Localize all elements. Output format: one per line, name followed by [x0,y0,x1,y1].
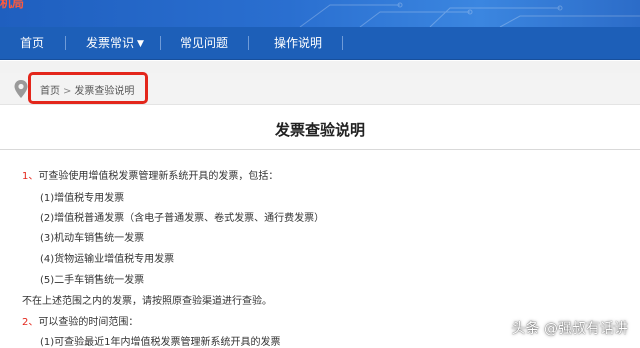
list-item: (3)机动车销售统一发票 [40,233,145,244]
main-nav: 首页 发票常识 ▼ 常见问题 操作说明 [0,27,640,60]
list-item: (4)货物运输业增值税专用发票 [40,254,175,265]
list-item: (5)二手车销售统一发票 [40,275,145,286]
highlight-box [28,72,148,104]
nav-item-label: 发票常识 [86,36,135,50]
nav-item-instructions[interactable]: 操作说明 [274,27,322,59]
nav-divider [248,36,249,50]
nav-divider [65,36,66,50]
section-number: 1、 [22,171,39,182]
nav-divider [342,36,343,50]
section-text: 可以查验的时间范围： [38,317,139,328]
chevron-down-icon: ▼ [137,39,144,49]
section-2-heading: 2、可以查验的时间范围： [22,313,138,328]
site-logo-fragment: 机局 [0,0,25,10]
scope-note: 不在上述范围之内的发票，请按照原查验渠道进行查验。 [22,296,272,307]
site-banner: 机局 [0,0,640,27]
nav-item-home[interactable]: 首页 [20,27,44,59]
nav-item-invoice-knowledge[interactable]: 发票常识 ▼ [86,27,144,59]
section-text: 可查验使用增值税发票管理新系统开具的发票，包括： [38,171,279,182]
list-item: (1)增值税专用发票 [40,193,125,204]
list-item: (2)增值税普通发票（含电子普通发票、卷式发票、通行费发票） [40,213,325,224]
watermark: 头条 @强叔有话讲 [511,321,628,337]
section-1-heading: 1、可查验使用增值税发票管理新系统开具的发票，包括： [22,167,278,182]
nav-divider [160,36,161,50]
list-item: (1)可查验最近1年内增值税发票管理新系统开具的发票 [40,337,281,348]
title-divider [0,149,640,150]
location-pin-icon [14,80,28,98]
circuit-pattern [299,2,640,27]
nav-item-faq[interactable]: 常见问题 [180,27,228,59]
page-title: 发票查验说明 [274,121,365,139]
section-number: 2、 [22,317,39,328]
